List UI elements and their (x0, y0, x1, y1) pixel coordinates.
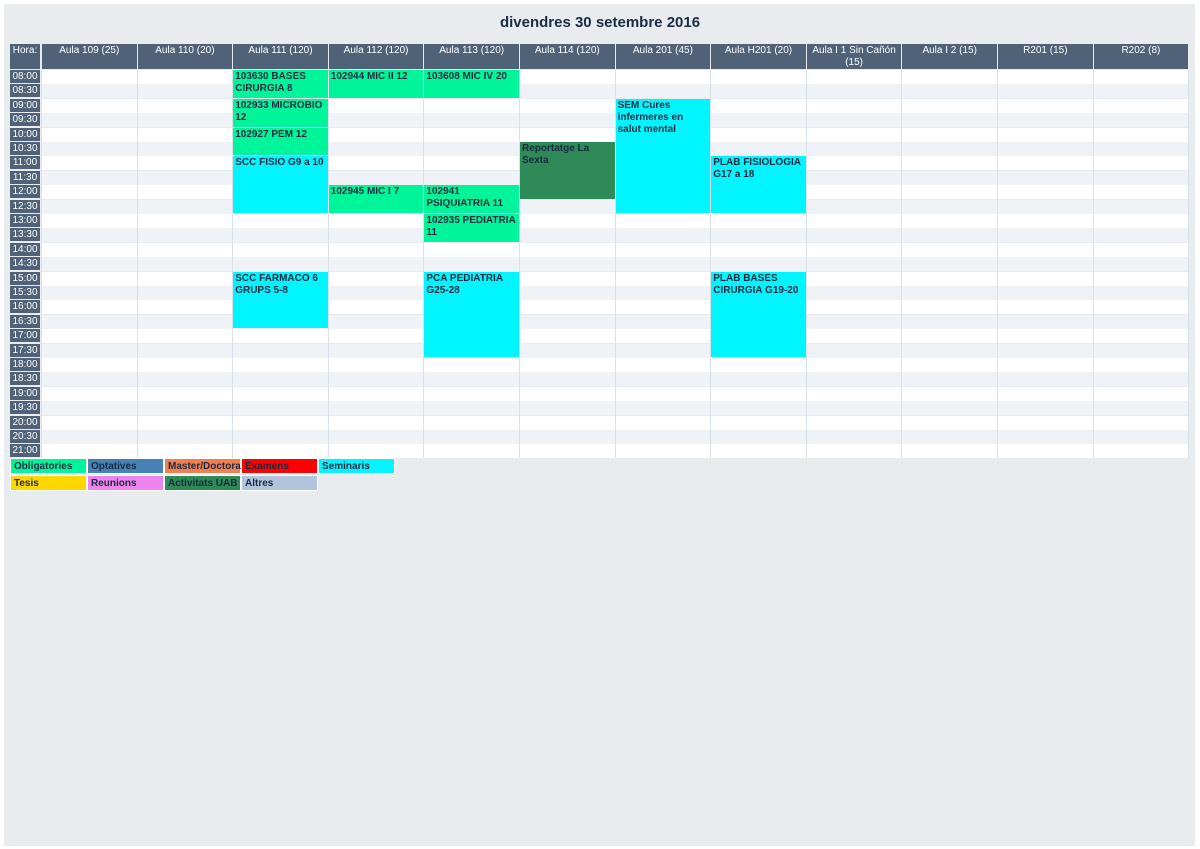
time-label: 19:30 (10, 401, 40, 415)
time-label: 11:30 (10, 170, 40, 184)
column-divider (327, 70, 329, 458)
column-divider (519, 70, 520, 458)
legend-item: Altres (241, 475, 318, 491)
legend-item: Examens (241, 458, 318, 474)
time-label: 08:00 (10, 70, 40, 83)
event-block[interactable]: 102941 PSIQUIATRIA 11 (424, 185, 519, 213)
time-label: 14:30 (10, 257, 40, 271)
column-divider (423, 70, 425, 458)
time-label: 16:00 (10, 300, 40, 314)
time-label: 20:30 (10, 430, 40, 443)
time-label: 10:00 (10, 127, 40, 141)
header-room: Aula H201 (20) (711, 44, 807, 69)
legend-item: Tesis (10, 475, 87, 491)
legend-item: Reunions (87, 475, 164, 491)
event-block[interactable]: Reportatge La Sexta (520, 142, 615, 199)
legend-item: Activitats UAB (164, 475, 241, 491)
header-room: Aula 201 (45) (615, 44, 712, 69)
event-block[interactable]: PLAB BASES CIRURGIA G19-20 (711, 271, 806, 357)
time-label: 17:00 (10, 329, 40, 343)
time-label: 15:30 (10, 286, 40, 299)
time-label: 09:30 (10, 113, 40, 127)
event-block[interactable]: SEM Cures infermeres en salut mental (615, 98, 711, 213)
event-block[interactable]: 102927 PEM 12 (233, 127, 328, 156)
time-label: 11:00 (10, 156, 40, 170)
event-block[interactable]: PCA PEDIATRIA G25-28 (424, 271, 519, 357)
event-block[interactable]: 102933 MICROBIO 12 (233, 98, 328, 127)
time-label: 12:00 (10, 185, 40, 199)
header-hora: Hora: (10, 44, 41, 69)
column-divider (997, 70, 998, 458)
time-label: 13:30 (10, 228, 40, 242)
column-divider (41, 70, 42, 458)
legend-item: Seminaris (318, 458, 395, 474)
event-block[interactable]: 102945 MIC I 7 (328, 185, 424, 213)
legend-item: Master/Doctorat (164, 458, 244, 474)
event-block[interactable]: 102944 MIC II 12 (328, 70, 424, 98)
time-label: 19:00 (10, 386, 40, 400)
time-label: 10:30 (10, 142, 40, 155)
event-block[interactable]: SCC FARMACO 6 GRUPS 5-8 (233, 271, 328, 329)
header-room: Aula 109 (25) (42, 44, 138, 69)
time-label: 16:30 (10, 314, 40, 328)
event-block[interactable]: 102935 PEDIATRIA 11 (424, 214, 519, 242)
header-room: Aula I 2 (15) (902, 44, 998, 69)
header-room: R201 (15) (998, 44, 1094, 69)
time-label: 18:00 (10, 358, 40, 371)
header-room: Aula 110 (20) (137, 44, 234, 69)
header-room: Aula 113 (120) (424, 44, 520, 69)
legend-item: Optatives (87, 458, 164, 474)
event-block[interactable]: SCC FISIO G9 a 10 (233, 156, 328, 213)
time-label: 21:00 (10, 444, 40, 458)
time-label: 14:00 (10, 242, 40, 256)
time-label: 12:30 (10, 199, 40, 213)
time-label: 18:30 (10, 372, 40, 386)
column-divider (1092, 70, 1094, 458)
time-label: 20:00 (10, 415, 40, 429)
header-room: Aula 111 (120) (233, 44, 329, 69)
legend-item: Obligatories (10, 458, 87, 474)
column-divider (805, 70, 807, 458)
time-label: 15:00 (10, 271, 40, 285)
header-room: Aula I 1 Sin Cañón (15) (806, 44, 903, 69)
schedule-grid: Hora: Aula 109 (25) Aula 110 (20) Aula 111 … (0, 0, 1200, 849)
event-block[interactable]: 103630 BASES CIRURGIA 8 (233, 70, 328, 98)
event-block[interactable]: 103608 MIC IV 20 (424, 70, 519, 98)
header-room: R202 (8) (1093, 44, 1190, 69)
time-label: 17:30 (10, 343, 40, 357)
column-divider (710, 70, 712, 458)
header-room: Aula 112 (120) (328, 44, 425, 69)
column-divider (136, 70, 138, 458)
header-room: Aula 114 (120) (520, 44, 616, 69)
time-label: 09:00 (10, 98, 40, 112)
column-divider (1188, 70, 1190, 458)
column-divider (901, 70, 903, 458)
event-block[interactable]: PLAB FISIOLOGIA G17 a 18 (711, 156, 806, 213)
time-label: 08:30 (10, 84, 40, 98)
time-label: 13:00 (10, 214, 40, 227)
